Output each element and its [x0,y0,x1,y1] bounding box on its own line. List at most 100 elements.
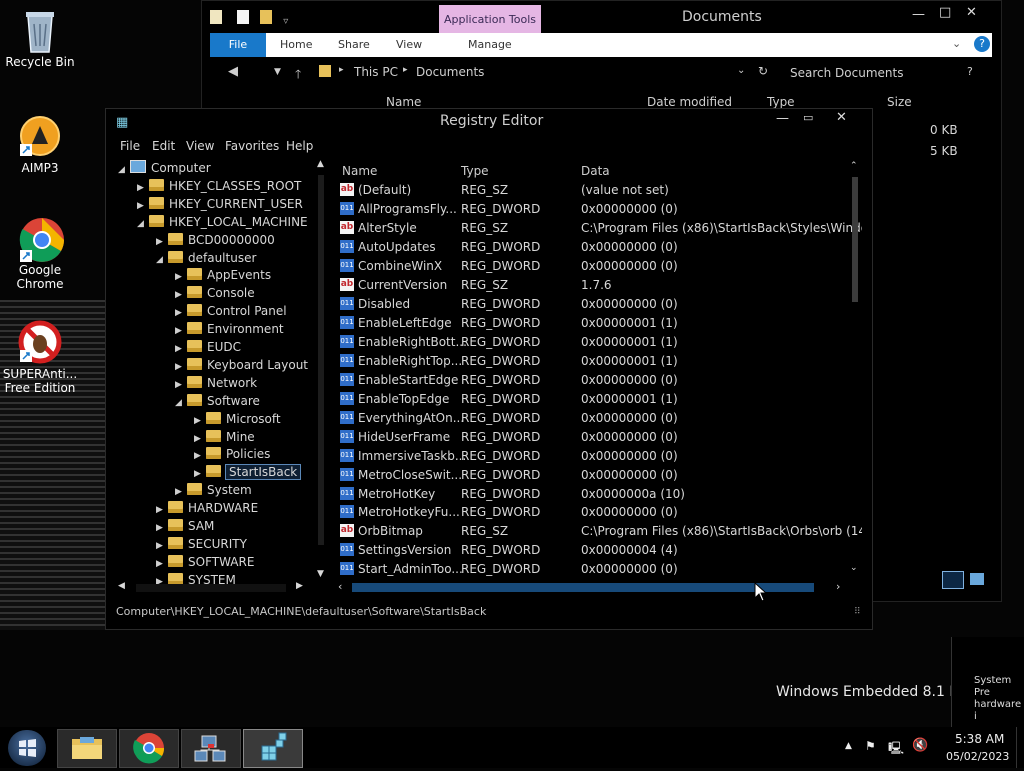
table-row[interactable]: 011 CombineWinX REG_DWORD 0x00000000 (0) [334,257,854,276]
tree-node[interactable]: ▶ HKEY_CLASSES_ROOT [137,177,301,195]
registry-key-tree[interactable]: ◢ Computer ▶ HKEY_CLASSES_ROOT ▶ HKEY_CURRENT… [116,159,328,597]
clock-time[interactable]: 5:38 AM [955,732,1004,746]
table-row[interactable]: 011 EnableLeftEdge REG_DWORD 0x00000001 (1) [334,314,854,333]
new-folder-icon[interactable] [260,10,273,24]
table-row[interactable]: 011 Disabled REG_DWORD 0x00000000 (0) [334,295,854,314]
table-row[interactable]: 011 Start_AdminToo... REG_DWORD 0x00000000 … [334,560,854,579]
registry-values-list[interactable]: Name Type Data ab (Default) REG_SZ (value n… [334,159,862,579]
table-row[interactable]: ab AlterStyle REG_SZ C:\Program Files (x86)… [334,219,862,238]
volume-muted-icon[interactable]: 🔇 [912,738,928,753]
table-row[interactable]: 011 MetroCloseSwit... REG_DWORD 0x00000000 … [334,466,854,485]
details-view-icon[interactable] [942,571,964,589]
column-date-modified[interactable]: Date modified [647,95,732,109]
taskbar-file-explorer[interactable] [57,729,117,768]
scroll-down-icon[interactable]: ⌄ [850,563,858,573]
search-input[interactable]: Search Documents [790,66,903,80]
table-row[interactable]: ab OrbBitmap REG_SZ C:\Program Files (x86)\… [334,522,862,541]
tree-vertical-scrollbar[interactable]: ▲ ▼ [316,159,328,581]
table-row[interactable]: 011 MetroHotKey REG_DWORD 0x0000000a (10) [334,485,854,504]
desktop-icon-superantispyware[interactable]: SUPERAnti... Free Edition [0,320,80,395]
tree-horizontal-scrollbar[interactable]: ◀ ▶ [116,581,326,595]
clock-date[interactable]: 05/02/2023 [946,750,1009,763]
tree-node[interactable]: ▶ StartIsBack [194,463,302,481]
table-row[interactable]: ab CurrentVersion REG_SZ 1.7.6 [334,276,854,295]
menu-file[interactable]: File [120,139,140,153]
menu-edit[interactable]: Edit [152,139,175,153]
action-center-flag-icon[interactable]: ⚑ [865,739,876,753]
table-row[interactable]: 011 AllProgramsFly... REG_DWORD 0x00000000 … [334,200,854,219]
table-row[interactable]: 011 EverythingAtOn... REG_DWORD 0x00000000 … [334,409,854,428]
tree-node[interactable]: ▶ HARDWARE [156,499,258,517]
table-row[interactable]: 011 AutoUpdates REG_DWORD 0x00000000 (0) [334,238,854,257]
scroll-left-icon[interactable]: ◀ [118,581,125,591]
tree-node[interactable]: ▶ Policies [194,445,270,463]
quick-access-toolbar[interactable]: ▿ [210,9,288,28]
tree-node[interactable]: ◢ defaultuser [156,249,256,267]
scroll-right-icon[interactable]: › [836,580,840,593]
tree-node[interactable]: ▶ SECURITY [156,535,247,553]
maximize-button[interactable]: ▭ [803,111,813,124]
tree-node[interactable]: ▶ SAM [156,517,214,535]
start-button[interactable] [8,730,46,766]
tree-node[interactable]: ▶ HKEY_CURRENT_USER [137,195,303,213]
tree-node[interactable]: ▶ Environment [175,320,284,338]
properties-icon[interactable] [210,10,222,24]
scroll-up-icon[interactable]: ⌃ [850,161,858,171]
table-row[interactable]: 011 EnableRightTop... REG_DWORD 0x00000001 … [334,352,854,371]
table-row[interactable]: 011 EnableTopEdge REG_DWORD 0x00000001 (1) [334,390,854,409]
tab-file[interactable]: File [210,33,266,57]
close-button[interactable]: ✕ [966,5,977,20]
tree-node[interactable]: ▶ System [175,481,252,499]
table-row[interactable]: 011 ImmersiveTaskb... REG_DWORD 0x00000000 … [334,447,854,466]
refresh-icon[interactable]: ↻ [758,64,768,78]
recent-locations-icon[interactable]: ▼ [274,67,281,77]
minimize-button[interactable]: — [776,111,789,126]
tree-node[interactable]: ▶ SOFTWARE [156,553,254,571]
tab-manage[interactable]: Manage [468,38,512,51]
tree-node[interactable]: ▶ Mine [194,428,255,446]
scroll-down-icon[interactable]: ▼ [317,569,324,579]
tab-share[interactable]: Share [338,38,370,51]
tree-node[interactable]: ▶ Control Panel [175,302,287,320]
breadcrumb-documents[interactable]: Documents [416,65,484,79]
scroll-right-icon[interactable]: ▶ [296,581,303,591]
tree-node[interactable]: ▶ Keyboard Layout [175,356,308,374]
table-row[interactable]: ab (Default) REG_SZ (value not set) [334,181,854,200]
address-dropdown-icon[interactable]: ⌄ [737,65,745,76]
collapse-arrow-icon[interactable]: ◢ [118,161,130,179]
column-name[interactable]: Name [386,95,421,109]
scroll-left-icon[interactable]: ‹ [338,580,342,593]
tree-node[interactable]: ▶ Network [175,374,257,392]
desktop-icon-aimp3[interactable]: AIMP3 [0,114,80,175]
registry-editor-window[interactable]: ▦ Registry Editor — ▭ ✕ File Edit View F… [105,108,873,630]
ribbon-expand-icon[interactable]: ⌄ [952,37,961,50]
tree-node[interactable]: ▶ Microsoft [194,410,281,428]
customize-toolbar-icon[interactable]: ▿ [283,16,288,27]
back-icon[interactable]: ◀ [228,64,238,79]
tab-home[interactable]: Home [280,38,312,51]
close-button[interactable]: ✕ [836,110,847,125]
collapse-arrow-icon[interactable]: ◢ [175,394,187,412]
scrollbar-thumb[interactable] [318,175,324,545]
column-name[interactable]: Name [342,164,377,178]
new-document-icon[interactable] [237,10,250,24]
table-row[interactable]: 011 EnableRightBott... REG_DWORD 0x00000001… [334,333,854,352]
table-row[interactable]: 011 HideUserFrame REG_DWORD 0x00000000 (0) [334,428,854,447]
tab-view[interactable]: View [396,38,422,51]
column-size[interactable]: Size [887,95,912,109]
desktop-icon-google-chrome[interactable]: Google Chrome [0,216,80,291]
scrollbar-thumb[interactable] [136,584,286,592]
scroll-up-icon[interactable]: ▲ [317,159,324,169]
collapse-arrow-icon[interactable]: ◢ [137,215,149,233]
menu-help[interactable]: Help [286,139,313,153]
collapse-arrow-icon[interactable]: ◢ [156,251,168,269]
column-type[interactable]: Type [461,164,489,178]
menu-favorites[interactable]: Favorites [225,139,279,153]
column-data[interactable]: Data [581,164,610,178]
tree-node[interactable]: ◢ Computer [118,159,211,177]
tree-node[interactable]: ▶ Console [175,284,255,302]
tree-node[interactable]: ▶ EUDC [175,338,241,356]
list-vertical-scrollbar[interactable]: ⌃ ⌄ [848,161,862,581]
minimize-button[interactable]: — [912,7,925,22]
large-icons-view-icon[interactable] [970,573,984,585]
